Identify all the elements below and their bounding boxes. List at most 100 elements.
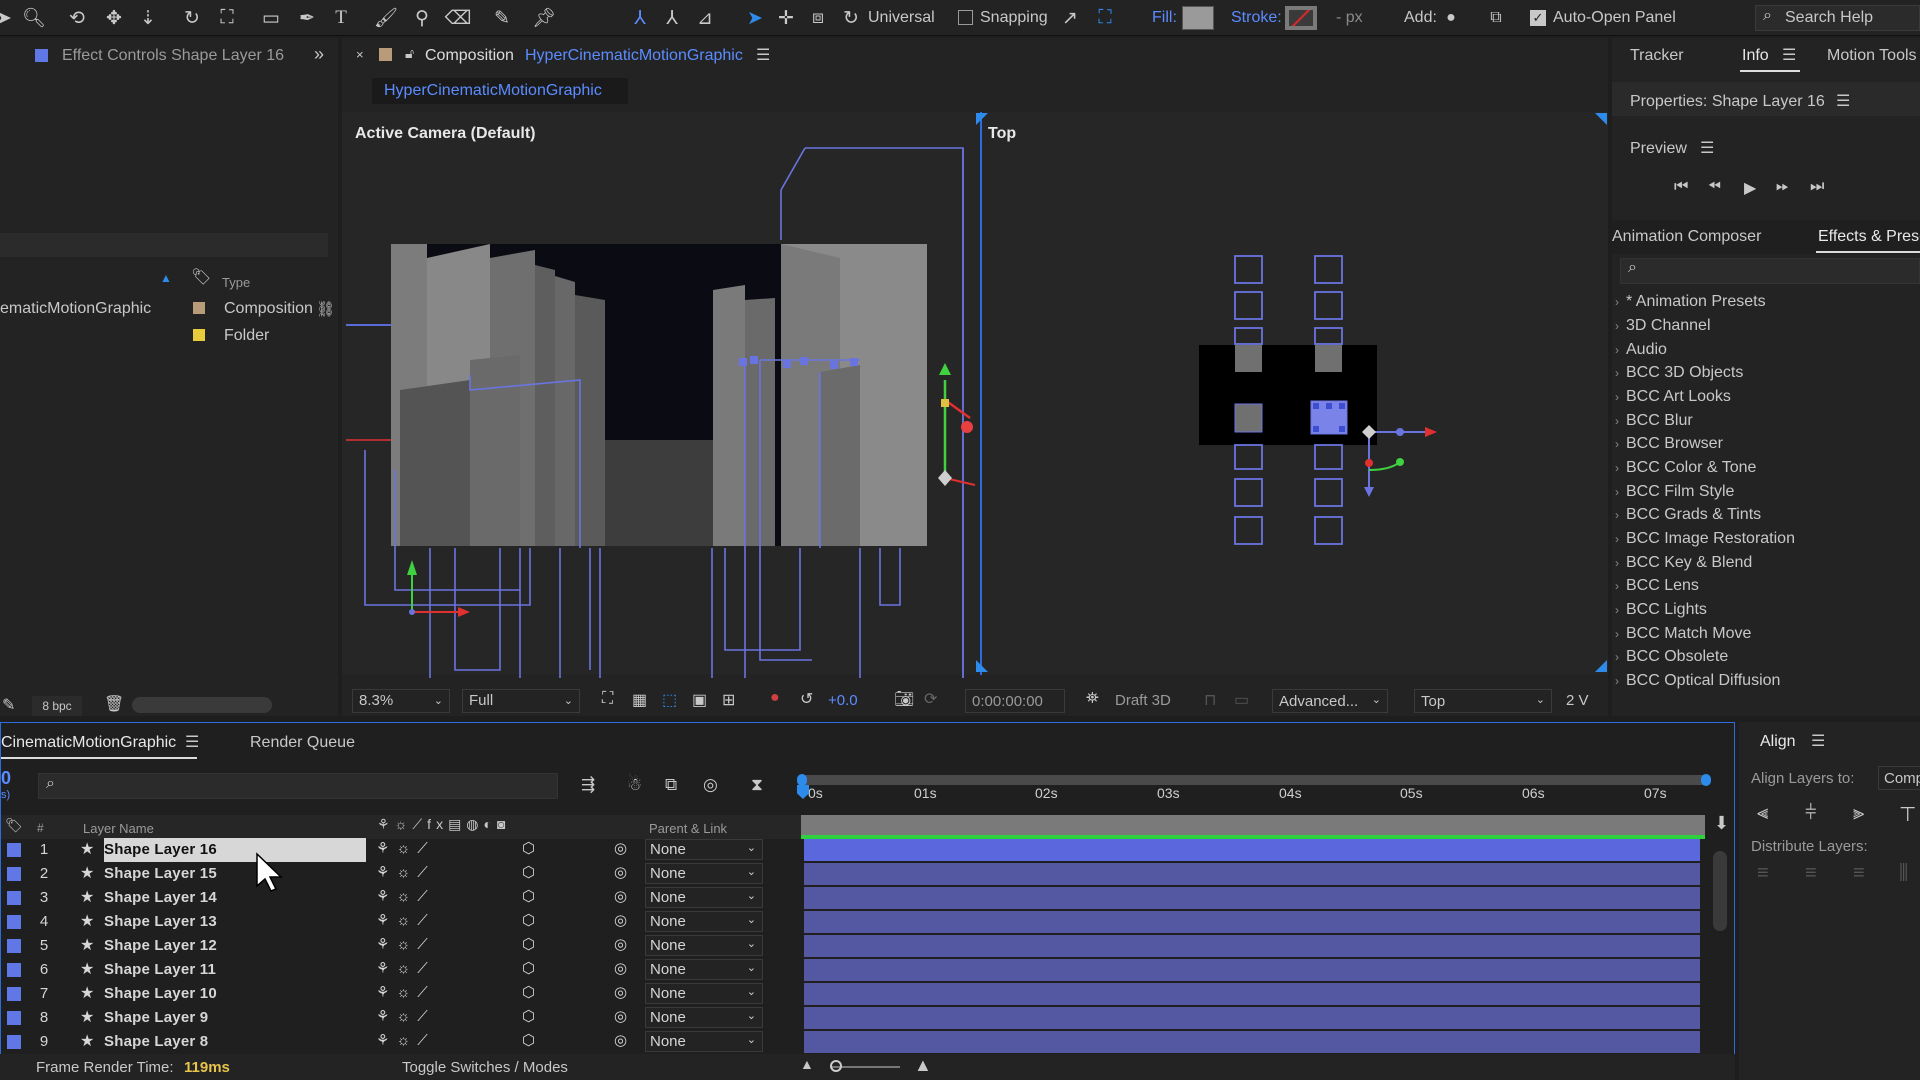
layer-name[interactable]: Shape Layer 13 bbox=[104, 913, 217, 930]
pick-whip-icon[interactable]: ◎ bbox=[614, 863, 627, 881]
layer-name[interactable]: Shape Layer 8 bbox=[104, 1033, 208, 1050]
effects-item[interactable]: › Audio bbox=[1615, 341, 1667, 359]
first-frame-icon[interactable]: ⏮ bbox=[1674, 178, 1688, 196]
exposure-value[interactable]: +0.0 bbox=[828, 692, 858, 709]
layer-name[interactable]: Shape Layer 16 bbox=[104, 841, 217, 858]
align-right-icon[interactable]: ⫸ bbox=[1853, 802, 1864, 825]
preview-menu-icon[interactable]: ☰ bbox=[1700, 138, 1714, 158]
table-row[interactable]: 5 ★ Shape Layer 12 ⚘☼⟋ ⬡ ◎ None ⌄ bbox=[0, 934, 1735, 958]
layer-duration-bar[interactable] bbox=[804, 911, 1700, 933]
align-horizontal-center-icon[interactable]: ⫩ bbox=[1805, 802, 1816, 825]
3d-layer-icon[interactable]: ⬡ bbox=[522, 863, 535, 881]
render-queue-tab[interactable]: Render Queue bbox=[250, 734, 355, 752]
effects-item[interactable]: › * Animation Presets bbox=[1615, 293, 1766, 311]
layer-switches[interactable]: ⚘☼⟋ bbox=[376, 1031, 435, 1049]
layer-switches[interactable]: ⚘☼⟋ bbox=[376, 911, 435, 929]
layer-label-swatch[interactable] bbox=[7, 891, 21, 905]
layer-search-input[interactable] bbox=[38, 773, 558, 799]
table-row[interactable]: 4 ★ Shape Layer 13 ⚘☼⟋ ⬡ ◎ None ⌄ bbox=[0, 910, 1735, 934]
tab-tracker[interactable]: Tracker bbox=[1630, 47, 1684, 65]
parent-dropdown[interactable]: None ⌄ bbox=[645, 911, 763, 932]
parent-dropdown[interactable]: None ⌄ bbox=[645, 839, 763, 860]
layer-switches[interactable]: ⚘☼⟋ bbox=[376, 1007, 435, 1025]
align-left-icon[interactable]: ⫷ bbox=[1757, 802, 1768, 825]
properties-menu-icon[interactable]: ☰ bbox=[1836, 91, 1850, 111]
pick-whip-icon[interactable]: ◎ bbox=[614, 983, 627, 1001]
layer-name[interactable]: Shape Layer 14 bbox=[104, 889, 217, 906]
play-icon[interactable]: ▶ bbox=[1744, 178, 1756, 198]
timeline-menu-icon[interactable]: ☰ bbox=[185, 732, 199, 752]
tab-info[interactable]: Info bbox=[1742, 47, 1769, 65]
table-row[interactable]: 9 ★ Shape Layer 8 ⚘☼⟋ ⬡ ◎ None ⌄ bbox=[0, 1030, 1735, 1054]
comp-marker-icon[interactable]: ⬇ bbox=[1714, 813, 1729, 834]
color-channels-icon[interactable]: ● bbox=[770, 689, 780, 707]
effects-item[interactable]: › BCC Obsolete bbox=[1615, 648, 1728, 666]
3d-layer-icon[interactable]: ⬡ bbox=[522, 935, 535, 953]
draft-3d-icon[interactable]: ⛯ bbox=[1086, 690, 1099, 708]
parent-dropdown[interactable]: None ⌄ bbox=[645, 959, 763, 980]
table-row[interactable]: 8 ★ Shape Layer 9 ⚘☼⟋ ⬡ ◎ None ⌄ bbox=[0, 1006, 1735, 1030]
zoom-in-icon[interactable]: ▲ bbox=[914, 1055, 932, 1076]
zoom-dropdown[interactable]: 8.3% ⌄ bbox=[352, 689, 450, 713]
advanced-dropdown[interactable]: Advanced... ⌄ bbox=[1272, 689, 1388, 713]
effects-item[interactable]: › 3D Channel bbox=[1615, 317, 1711, 335]
comp-flowchart-icon[interactable]: ⇶ bbox=[581, 775, 595, 795]
frame-blending-icon[interactable]: ⧉ bbox=[665, 775, 677, 795]
layer-switches[interactable]: ⚘☼⟋ bbox=[376, 887, 435, 905]
safe-margins-icon[interactable]: ▣ bbox=[692, 690, 707, 710]
effects-item[interactable]: › BCC Browser bbox=[1615, 435, 1723, 453]
effects-item[interactable]: › BCC Blur bbox=[1615, 412, 1693, 430]
region-of-interest-icon[interactable]: ⛶ bbox=[602, 690, 613, 708]
layer-switches[interactable]: ⚘☼⟋ bbox=[376, 959, 435, 977]
zoom-slider-thumb[interactable] bbox=[830, 1060, 842, 1072]
graph-editor-icon[interactable]: ⧗ bbox=[751, 775, 763, 795]
3d-layer-icon[interactable]: ⬡ bbox=[522, 839, 535, 857]
layer-label-swatch[interactable] bbox=[7, 939, 21, 953]
tab-animation-composer[interactable]: Animation Composer bbox=[1612, 228, 1761, 246]
timeline-tab[interactable]: CinematicMotionGraphic bbox=[1, 734, 176, 752]
layer-name[interactable]: Shape Layer 10 bbox=[104, 985, 217, 1002]
tab-motion-tools[interactable]: Motion Tools bbox=[1827, 47, 1917, 65]
distribute-left-icon[interactable]: ⫼ bbox=[1899, 862, 1908, 885]
parent-dropdown[interactable]: None ⌄ bbox=[645, 983, 763, 1004]
tab-effects-presets[interactable]: Effects & Prese bbox=[1818, 228, 1920, 246]
pick-whip-icon[interactable]: ◎ bbox=[614, 959, 627, 977]
pick-whip-icon[interactable]: ◎ bbox=[614, 935, 627, 953]
layer-switches[interactable]: ⚘☼⟋ bbox=[376, 863, 435, 881]
layer-name[interactable]: Shape Layer 9 bbox=[104, 1009, 208, 1026]
layer-name[interactable]: Shape Layer 15 bbox=[104, 865, 217, 882]
number-column-header[interactable]: # bbox=[37, 821, 44, 835]
layer-duration-bar[interactable] bbox=[804, 839, 1700, 861]
layer-duration-bar[interactable] bbox=[804, 1031, 1700, 1053]
pick-whip-icon[interactable]: ◎ bbox=[614, 839, 627, 857]
layer-switches[interactable]: ⚘☼⟋ bbox=[376, 935, 435, 953]
layer-label-swatch[interactable] bbox=[7, 867, 21, 881]
3d-layer-icon[interactable]: ⬡ bbox=[522, 983, 535, 1001]
layer-label-swatch[interactable] bbox=[7, 1035, 21, 1049]
previous-frame-icon[interactable]: ⏪︎ bbox=[1708, 178, 1721, 196]
transparency-grid-icon[interactable]: ▦ bbox=[632, 690, 647, 710]
effects-item[interactable]: › BCC Key & Blend bbox=[1615, 554, 1752, 572]
parent-dropdown[interactable]: None ⌄ bbox=[645, 863, 763, 884]
parent-link-header[interactable]: Parent & Link bbox=[649, 821, 727, 836]
effects-item[interactable]: › BCC Optical Diffusion bbox=[1615, 672, 1780, 690]
navigator-start-handle[interactable] bbox=[797, 774, 807, 786]
layer-label-swatch[interactable] bbox=[7, 1011, 21, 1025]
navigator-end-handle[interactable] bbox=[1701, 774, 1711, 786]
parent-dropdown[interactable]: None ⌄ bbox=[645, 887, 763, 908]
layer-label-swatch[interactable] bbox=[7, 987, 21, 1001]
preview-title[interactable]: Preview bbox=[1630, 140, 1687, 158]
timecode-field[interactable]: 0:00:00:00 bbox=[965, 689, 1065, 713]
3d-layer-icon[interactable]: ⬡ bbox=[522, 887, 535, 905]
pick-whip-icon[interactable]: ◎ bbox=[614, 1007, 627, 1025]
extended-viewer-icon[interactable]: ▭ bbox=[1234, 690, 1249, 710]
toggle-switches-modes[interactable]: Toggle Switches / Modes bbox=[402, 1059, 568, 1076]
layer-switches[interactable]: ⚘☼⟋ bbox=[376, 839, 435, 857]
effects-item[interactable]: › BCC 3D Objects bbox=[1615, 364, 1743, 382]
3d-layer-icon[interactable]: ⬡ bbox=[522, 1031, 535, 1049]
layer-label-swatch[interactable] bbox=[7, 963, 21, 977]
effects-item[interactable]: › BCC Lens bbox=[1615, 577, 1699, 595]
info-menu-icon[interactable]: ☰ bbox=[1782, 45, 1796, 65]
layer-label-swatch[interactable] bbox=[7, 843, 21, 857]
distribute-bottom-icon[interactable]: ≡ bbox=[1853, 862, 1865, 885]
